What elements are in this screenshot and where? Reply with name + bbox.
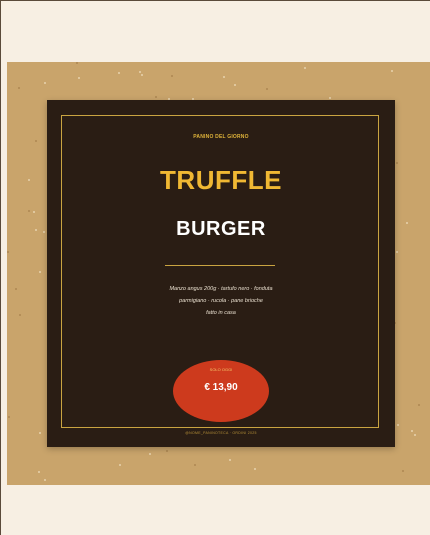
description-line: fatto in casa [206, 310, 236, 316]
texture-speck [254, 468, 256, 470]
texture-speck [304, 67, 306, 69]
texture-speck [406, 222, 408, 224]
footer-handle: @NOME_PANINOTECA · ORDINI 2025 [185, 431, 257, 435]
texture-speck [35, 140, 37, 142]
texture-speck [397, 424, 399, 426]
texture-speck [411, 430, 413, 432]
texture-speck [171, 75, 173, 77]
description: Manzo angus 200g · tartufo nero · fondut… [121, 283, 321, 319]
menu-card: PANINO DEL GIORNO TRUFFLE BURGER Manzo a… [47, 100, 395, 447]
texture-speck [329, 97, 331, 99]
texture-speck [39, 271, 41, 273]
texture-speck [43, 231, 45, 233]
texture-speck [396, 251, 398, 253]
texture-speck [194, 464, 196, 466]
title-line-1: TRUFFLE [160, 165, 282, 195]
title-line-2: BURGER [176, 218, 266, 240]
poster-backdrop: PANINO DEL GIORNO TRUFFLE BURGER Manzo a… [7, 62, 430, 485]
texture-speck [166, 450, 168, 452]
texture-speck [8, 416, 10, 418]
texture-speck [15, 288, 17, 290]
texture-speck [33, 211, 35, 213]
texture-speck [391, 70, 393, 72]
texture-speck [35, 229, 37, 231]
price-kicker: SOLO OGGI [209, 367, 233, 372]
texture-speck [418, 404, 420, 406]
texture-speck [141, 74, 143, 76]
texture-speck [78, 77, 80, 79]
texture-speck [28, 210, 30, 212]
texture-speck [139, 71, 141, 73]
texture-speck [266, 88, 268, 90]
texture-speck [414, 434, 416, 436]
texture-speck [76, 62, 78, 64]
texture-speck [223, 76, 225, 78]
kicker-text: PANINO DEL GIORNO [193, 134, 249, 140]
texture-speck [18, 87, 20, 89]
texture-speck [39, 432, 41, 434]
texture-speck [44, 82, 46, 84]
texture-speck [402, 470, 404, 472]
texture-speck [149, 453, 151, 455]
texture-speck [155, 96, 157, 98]
texture-speck [396, 162, 398, 164]
texture-speck [44, 479, 46, 481]
description-line: parmigiano · rucola · pane brioche [179, 298, 263, 304]
texture-speck [229, 459, 231, 461]
texture-speck [19, 314, 21, 316]
texture-speck [7, 251, 9, 253]
price-value: € 13,90 [204, 382, 238, 393]
title-divider [165, 265, 275, 266]
price-badge: SOLO OGGI € 13,90 [173, 360, 269, 422]
texture-speck [38, 471, 40, 473]
texture-speck [28, 179, 30, 181]
description-line: Manzo angus 200g · tartufo nero · fondut… [169, 286, 273, 292]
texture-speck [118, 72, 120, 74]
texture-speck [119, 464, 121, 466]
top-border [0, 0, 430, 1]
texture-speck [234, 84, 236, 86]
